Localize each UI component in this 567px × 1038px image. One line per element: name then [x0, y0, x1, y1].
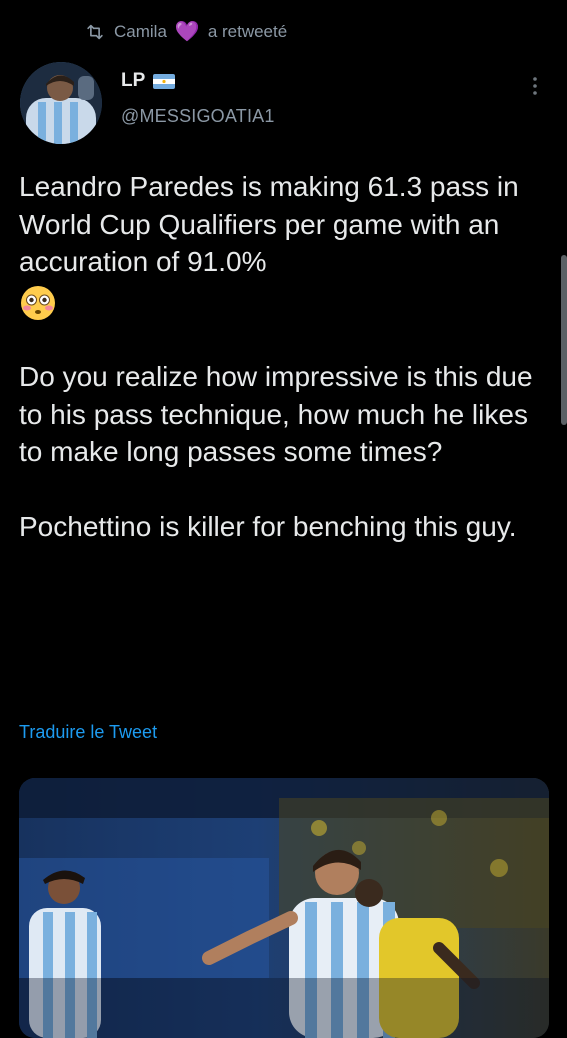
- tweet-paragraph-text: Do you realize how impressive is this du…: [19, 361, 533, 467]
- retweet-context[interactable]: Camila 💜 a retweeté: [84, 18, 287, 46]
- tweet-paragraph: Leandro Paredes is making 61.3 pass in W…: [19, 168, 549, 281]
- flushed-face-emoji: [19, 281, 549, 321]
- retweet-action-label: a retweeté: [207, 22, 288, 41]
- tweet-media-image[interactable]: [19, 778, 549, 1038]
- retweeter-name[interactable]: Camila: [114, 22, 167, 42]
- author-handle[interactable]: @MESSIGOATIA1: [121, 106, 275, 127]
- tweet-paragraph: Do you realize how impressive is this du…: [19, 358, 549, 471]
- scrollbar-thumb[interactable]: [561, 255, 567, 425]
- football-match-photo: [19, 778, 549, 1038]
- tweet-paragraph: Pochettino is killer for benching this g…: [19, 508, 549, 546]
- avatar-image: [20, 62, 102, 144]
- tweet-paragraph-text: Leandro Paredes is making 61.3 pass in W…: [19, 171, 519, 277]
- retweet-icon: [87, 24, 103, 40]
- author-info[interactable]: LP @MESSIGOATIA1: [121, 70, 275, 127]
- more-options-icon[interactable]: [527, 74, 543, 98]
- tweet-text: Leandro Paredes is making 61.3 pass in W…: [19, 168, 549, 546]
- flag-argentina-icon: [153, 73, 176, 89]
- translate-tweet-link[interactable]: Traduire le Tweet: [19, 722, 157, 743]
- purple-heart-icon: 💜: [174, 21, 200, 43]
- avatar[interactable]: [20, 62, 102, 144]
- tweet-paragraph-text: Pochettino is killer for benching this g…: [19, 511, 517, 542]
- flushed-face-icon: [21, 285, 55, 320]
- author-name[interactable]: LP: [121, 70, 145, 92]
